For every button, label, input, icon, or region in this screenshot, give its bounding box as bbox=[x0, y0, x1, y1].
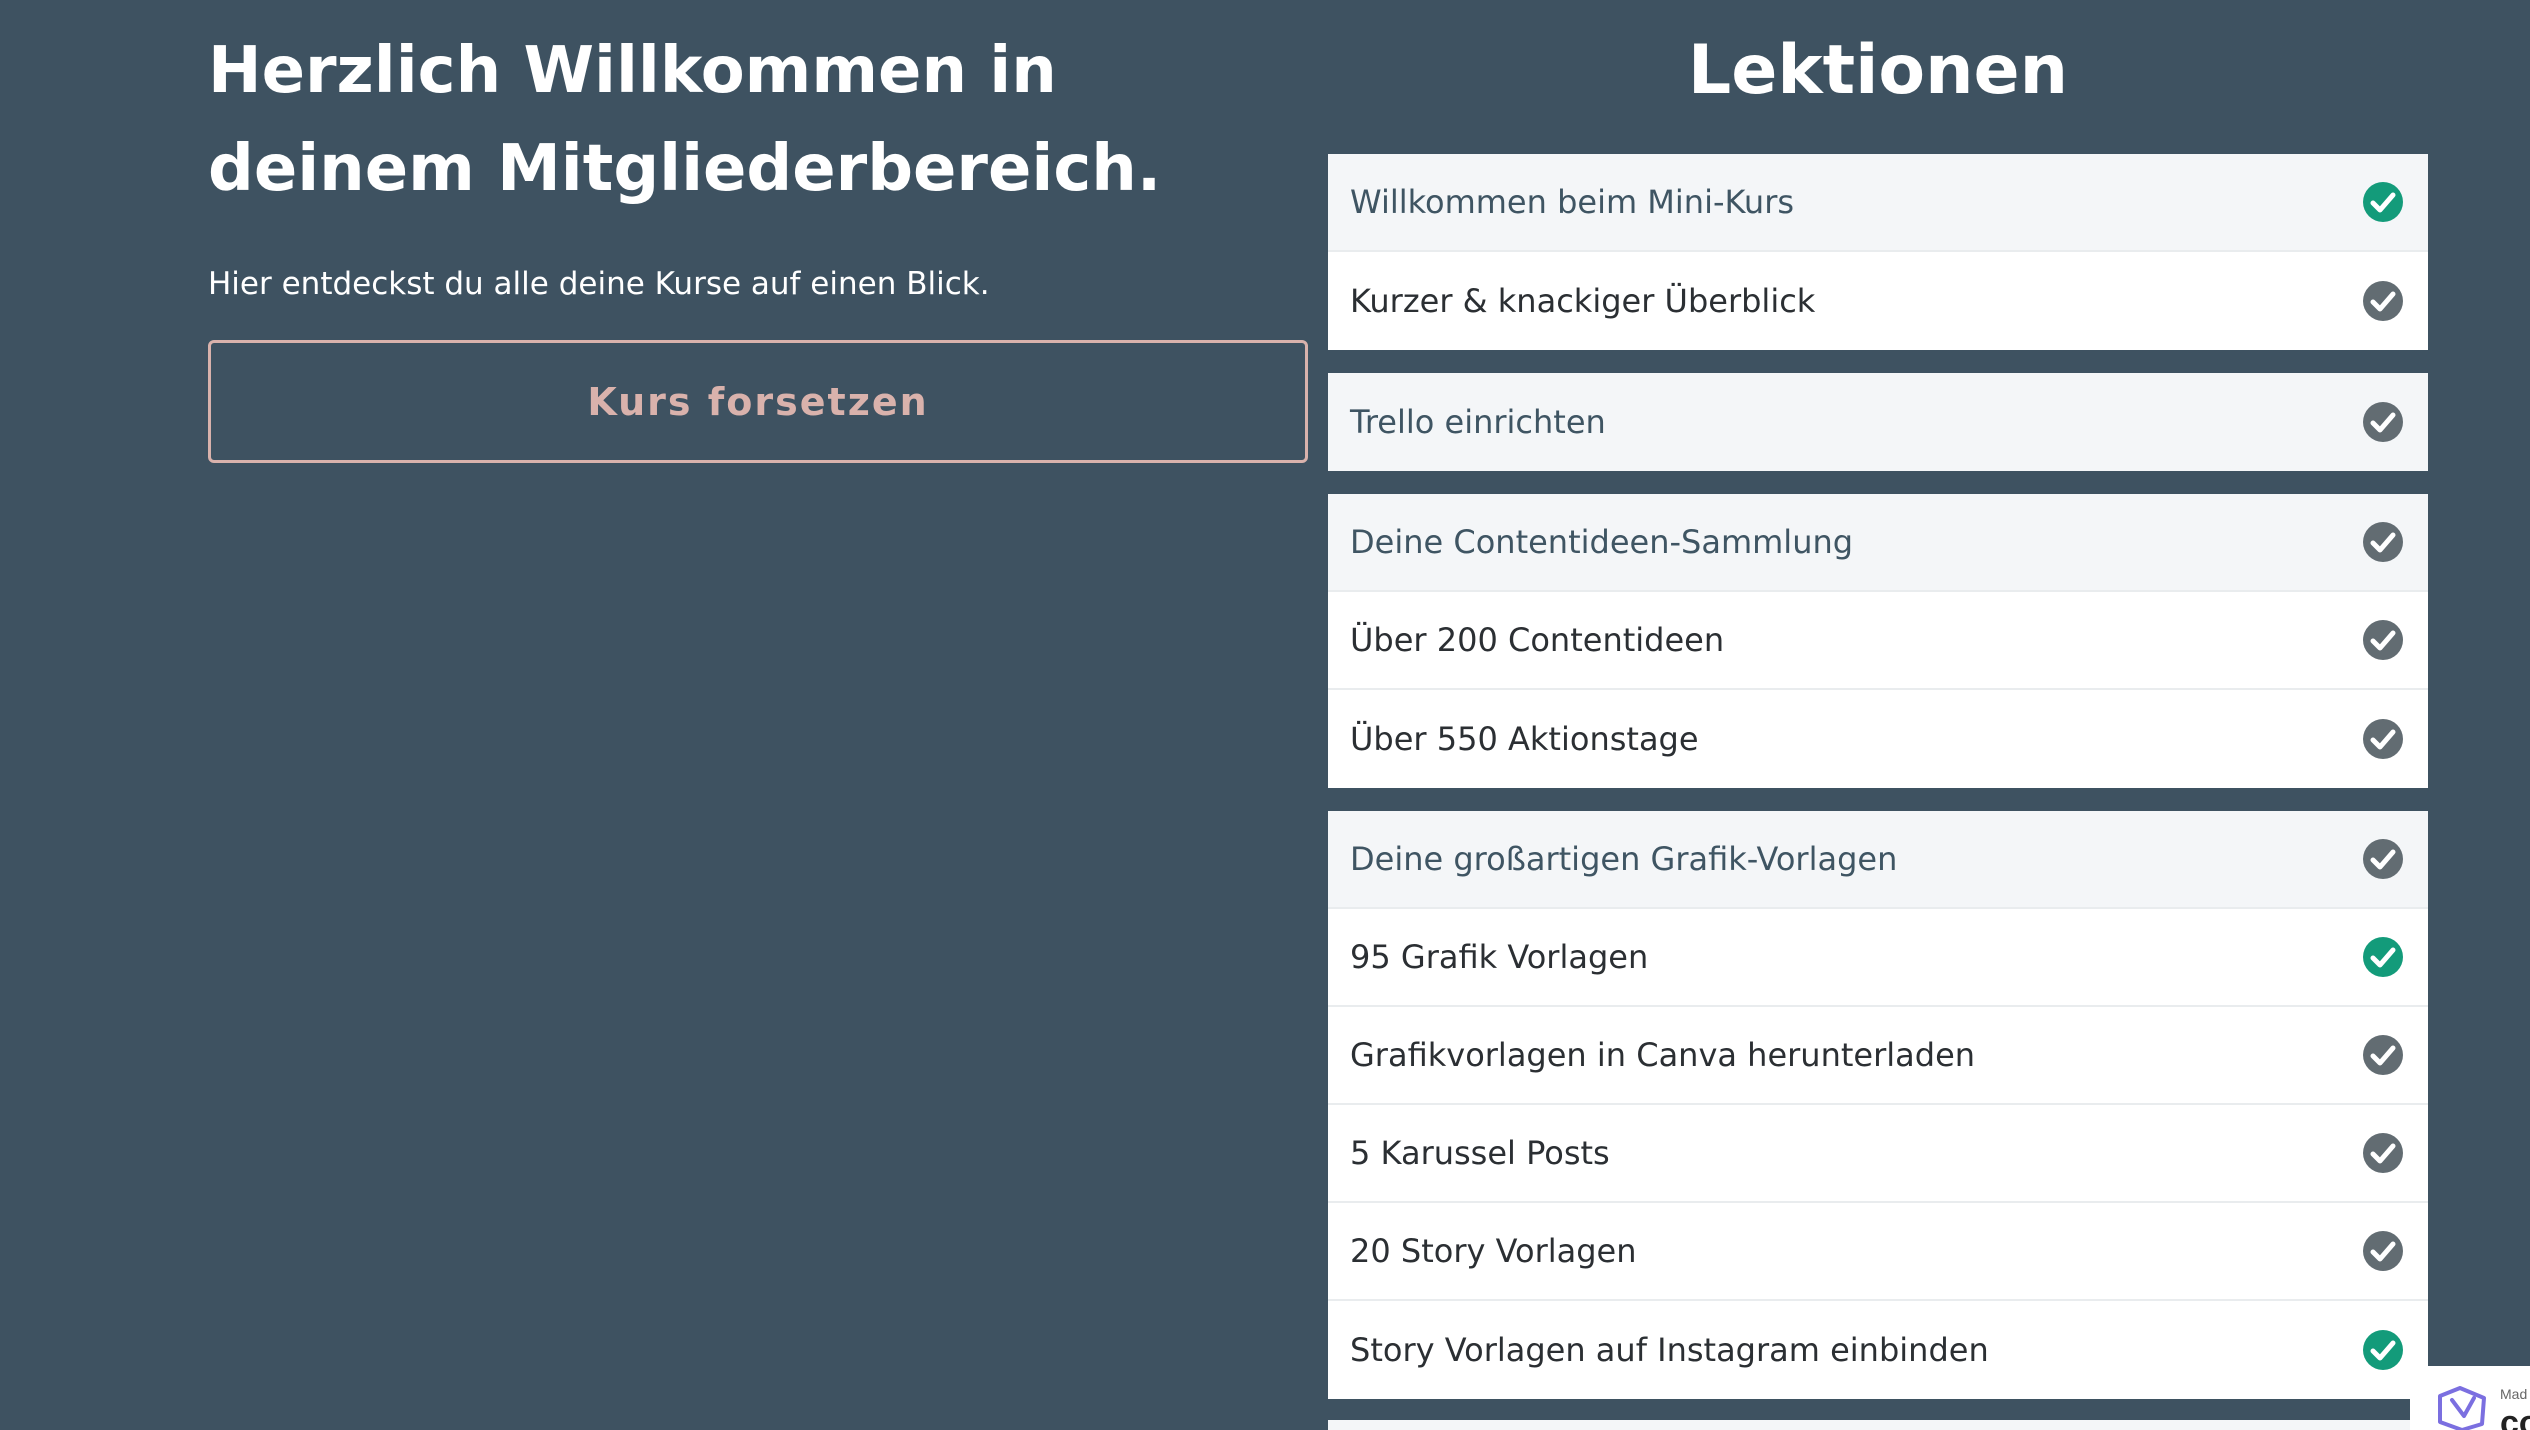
lesson-label: Über 550 Aktionstage bbox=[1350, 720, 1699, 758]
lesson-label: 5 Karussel Posts bbox=[1350, 1134, 1610, 1172]
check-done-icon bbox=[2363, 1133, 2403, 1173]
check-completed-icon bbox=[2363, 1330, 2403, 1370]
lesson-item[interactable]: 5 Karussel Posts bbox=[1328, 1105, 2428, 1203]
check-done-icon bbox=[2363, 522, 2403, 562]
check-done-icon bbox=[2363, 719, 2403, 759]
check-completed-icon bbox=[2363, 182, 2403, 222]
welcome-title: Herzlich Willkommen in deinem Mitglieder… bbox=[208, 34, 1162, 206]
welcome-subtitle: Hier entdeckst du alle deine Kurse auf e… bbox=[208, 266, 990, 302]
lesson-label: Deine großartigen Grafik-Vorlagen bbox=[1350, 840, 1898, 878]
lesson-module-header[interactable]: Deine Contentideen-Sammlung bbox=[1328, 494, 2428, 592]
check-done-icon bbox=[2363, 402, 2403, 442]
lessons-list: Willkommen beim Mini-Kurs Kurzer & knacki… bbox=[1328, 154, 2428, 1422]
lesson-label: Trello einrichten bbox=[1350, 403, 1606, 441]
member-area-page: Herzlich Willkommen in deinem Mitglieder… bbox=[0, 0, 2530, 1430]
lesson-section: Willkommen beim Mini-Kurs Kurzer & knacki… bbox=[1328, 154, 2428, 350]
lesson-label: Story Vorlagen auf Instagram einbinden bbox=[1350, 1331, 1989, 1369]
lesson-module-header[interactable]: Trello einrichten bbox=[1328, 373, 2428, 471]
lesson-module-header[interactable]: Deine großartigen Grafik-Vorlagen bbox=[1328, 811, 2428, 909]
lesson-label: Deine Contentideen-Sammlung bbox=[1350, 523, 1854, 561]
lesson-label: Willkommen beim Mini-Kurs bbox=[1350, 183, 1795, 221]
lesson-label: Kurzer & knackiger Überblick bbox=[1350, 282, 1816, 320]
check-done-icon bbox=[2363, 1231, 2403, 1271]
lesson-label: 20 Story Vorlagen bbox=[1350, 1232, 1637, 1270]
lesson-item[interactable]: Über 550 Aktionstage bbox=[1328, 690, 2428, 788]
made-with-badge[interactable]: Mad co bbox=[2410, 1366, 2530, 1430]
next-section-edge bbox=[1328, 1420, 2410, 1430]
badge-big-text: co bbox=[2500, 1404, 2530, 1430]
lesson-section: Deine großartigen Grafik-Vorlagen 95 Graf… bbox=[1328, 811, 2428, 1399]
lesson-item[interactable]: Über 200 Contentideen bbox=[1328, 592, 2428, 690]
lesson-item[interactable]: Story Vorlagen auf Instagram einbinden bbox=[1328, 1301, 2428, 1399]
continue-course-button[interactable]: Kurs forsetzen bbox=[208, 340, 1308, 463]
lesson-label: Grafikvorlagen in Canva herunterladen bbox=[1350, 1036, 1976, 1074]
lesson-label: 95 Grafik Vorlagen bbox=[1350, 938, 1649, 976]
lesson-item[interactable]: Kurzer & knackiger Überblick bbox=[1328, 252, 2428, 350]
check-done-icon bbox=[2363, 1035, 2403, 1075]
badge-small-text: Mad bbox=[2500, 1386, 2528, 1402]
check-done-icon bbox=[2363, 281, 2403, 321]
lessons-heading: Lektionen bbox=[1687, 31, 2069, 110]
check-completed-icon bbox=[2363, 937, 2403, 977]
lesson-label: Über 200 Contentideen bbox=[1350, 621, 1725, 659]
lesson-module-header[interactable]: Willkommen beim Mini-Kurs bbox=[1328, 154, 2428, 252]
check-done-icon bbox=[2363, 839, 2403, 879]
check-done-icon bbox=[2363, 620, 2403, 660]
lesson-section: Deine Contentideen-Sammlung Über 200 Cont… bbox=[1328, 494, 2428, 788]
lesson-item[interactable]: Grafikvorlagen in Canva herunterladen bbox=[1328, 1007, 2428, 1105]
brand-logo-icon bbox=[2438, 1386, 2486, 1430]
lesson-section: Trello einrichten bbox=[1328, 373, 2428, 471]
lesson-item[interactable]: 95 Grafik Vorlagen bbox=[1328, 909, 2428, 1007]
lesson-item[interactable]: 20 Story Vorlagen bbox=[1328, 1203, 2428, 1301]
